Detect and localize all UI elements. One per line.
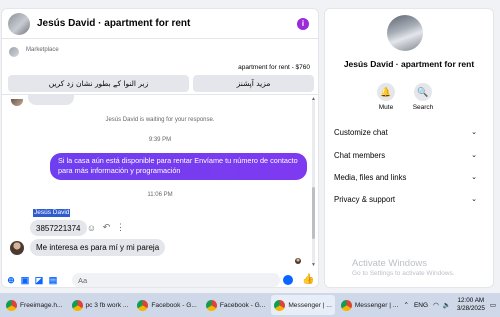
taskbar-item-label: Messenger | ... [354,301,399,309]
chrome-icon [6,299,17,311]
timestamp: 11:06 PM [147,192,173,198]
volume-icon[interactable]: 🔈 [443,301,451,309]
listing-thumbnail[interactable] [9,47,19,57]
seen-avatar [295,258,301,264]
react-icon[interactable]: ☺ [86,222,97,233]
profile-avatar[interactable] [387,15,423,51]
watermark-title: Activate Windows [352,258,427,269]
scroll-up-icon[interactable]: ▲ [311,96,316,102]
section-label: Chat members [334,150,386,160]
chevron-up-icon[interactable]: ⌃ [404,301,409,309]
notification-icon[interactable]: ▭ [490,301,496,309]
taskbar-item-label: Freeimage.h... [20,301,63,309]
clock-time: 12:00 AM [457,297,485,304]
sticker-icon[interactable]: ◪ [34,275,44,285]
partial-message-bubble [28,95,74,105]
emoji-icon[interactable] [283,275,293,285]
taskbar: Freeimage.h... pc 3 fb work ... Facebook… [0,293,500,317]
sent-message[interactable]: Si la casa aún está disponible para rent… [50,153,307,180]
chat-header: Jesús David · apartment for rent i [2,9,318,39]
scroll-down-icon[interactable]: ▼ [311,262,316,268]
search-icon: 🔍 [414,83,432,101]
clock[interactable]: 12:00 AM 3/28/2025 [457,297,485,313]
section-label: Media, files and links [334,172,407,182]
received-message[interactable]: Me interesa es para mí y mi pareja [30,239,166,256]
thumbs-up-icon[interactable]: 👍 [302,274,314,285]
section-media-files-links[interactable]: Media, files and links ⌄ [334,171,477,183]
taskbar-item[interactable]: Messenger | ... [271,295,335,315]
chat-title[interactable]: Jesús David · apartment for rent [37,18,297,29]
sender-avatar[interactable] [10,241,24,255]
chrome-icon [137,299,149,311]
more-options-button[interactable]: مزید آپشنز [193,75,314,92]
chat-avatar[interactable] [8,12,30,35]
taskbar-item-label: Facebook - G... [151,301,197,309]
taskbar-item[interactable]: Facebook - G... [203,295,268,315]
system-tray: ⌃ ENG ◠ 🔈 12:00 AM 3/28/2025 ▭ [404,293,496,317]
activate-windows-watermark: Activate Windows Go to Settings to activ… [352,258,455,277]
chrome-icon [274,299,286,311]
listing-price[interactable]: apartment for rent - $760 [238,64,310,71]
section-chat-members[interactable]: Chat members ⌄ [334,149,477,161]
bell-icon: 🔔 [377,83,395,101]
plus-icon[interactable]: ⊕ [6,275,16,285]
chevron-down-icon: ⌄ [471,196,477,203]
timestamp: 9:39 PM [148,137,172,143]
search-label: Search [412,104,434,111]
chrome-icon [71,299,83,311]
section-label: Customize chat [334,127,388,137]
taskbar-item-label: pc 3 fb work ... [85,301,129,309]
section-privacy-support[interactable]: Privacy & support ⌄ [334,193,477,205]
language-indicator[interactable]: ENG [414,302,428,309]
marketplace-label: Marketplace [26,47,59,53]
taskbar-item[interactable]: Freeimage.h... [3,295,66,315]
mute-button[interactable]: 🔔 Mute [366,83,406,111]
chevron-down-icon: ⌄ [471,174,477,181]
composer: ⊕ ▣ ◪ ▤ Aa 👍 [2,271,318,287]
taskbar-item[interactable]: Messenger | ... [338,295,402,315]
gif-icon[interactable]: ▤ [48,275,58,285]
info-icon[interactable]: i [297,17,309,30]
mark-sold-button[interactable]: زبر النوا کے بطور نشان زد کریں [8,75,189,92]
section-customize-chat[interactable]: Customize chat ⌄ [334,126,477,138]
sender-name: Jesús David [33,209,71,217]
taskbar-item-label: Facebook - G... [219,301,266,309]
image-icon[interactable]: ▣ [20,275,30,285]
message-input[interactable]: Aa [72,273,280,287]
conversation-info-panel: Jesús David · apartment for rent 🔔 Mute … [324,8,494,288]
waiting-notice: Jesús David is waiting for your response… [105,117,215,123]
search-button[interactable]: 🔍 Search [403,83,443,111]
partial-avatar [11,99,23,106]
taskbar-item[interactable]: pc 3 fb work ... [69,295,132,315]
wifi-icon[interactable]: ◠ [433,301,439,309]
profile-name: Jesús David · apartment for rent [343,59,475,69]
watermark-subtitle: Go to Settings to activate Windows. [352,270,455,277]
taskbar-item[interactable]: Facebook - G... [134,295,199,315]
section-label: Privacy & support [334,194,396,204]
chevron-down-icon: ⌄ [471,129,477,136]
marketplace-listing: Marketplace apartment for rent - $760 زب… [2,39,318,95]
taskbar-item-label: Messenger | ... [288,301,332,309]
mute-label: Mute [378,104,394,111]
clock-date: 3/28/2025 [456,305,485,312]
received-number-message[interactable]: 3857221374 [30,220,87,236]
chrome-icon [340,299,352,311]
more-icon[interactable]: ⋮ [115,222,126,233]
chrome-icon [205,299,217,311]
reply-icon[interactable]: ↶ [101,222,112,233]
scrollbar-thumb[interactable] [312,187,315,239]
chat-panel: Jesús David · apartment for rent i Marke… [1,8,319,288]
chevron-down-icon: ⌄ [471,152,477,159]
